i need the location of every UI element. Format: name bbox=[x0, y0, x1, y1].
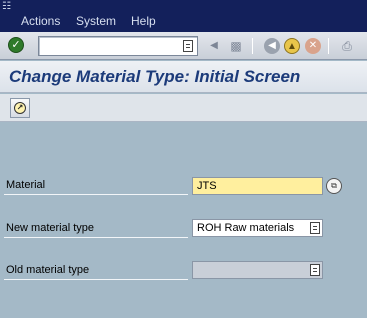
print-icon[interactable]: ⎙ bbox=[339, 38, 355, 54]
command-history-icon[interactable] bbox=[183, 40, 193, 52]
command-field[interactable] bbox=[38, 36, 198, 56]
dropdown-icon[interactable] bbox=[310, 264, 320, 276]
new-material-type-field[interactable]: ROH Raw materials bbox=[192, 219, 323, 237]
application-toolbar: ↗ bbox=[0, 94, 367, 122]
back-icon[interactable]: ◀ bbox=[264, 38, 280, 54]
command-input[interactable] bbox=[41, 38, 179, 54]
new-material-type-label: New material type bbox=[6, 222, 95, 234]
system-menu-icon[interactable]: ☷ bbox=[2, 1, 14, 13]
menu-actions-label: Actions bbox=[21, 14, 61, 28]
menu-help[interactable]: Help bbox=[131, 13, 156, 29]
old-material-type-field bbox=[192, 261, 323, 279]
title-bar: Change Material Type: Initial Screen bbox=[0, 61, 367, 93]
exit-icon[interactable]: ▲ bbox=[284, 38, 300, 54]
back-arrow-icon[interactable]: ◀ bbox=[206, 38, 222, 54]
standard-toolbar: ✓ ◀ ▩ ◀ ▲ ✕ ⎙ bbox=[0, 32, 367, 60]
toolbar-separator bbox=[252, 38, 253, 54]
toolbar-separator bbox=[328, 38, 329, 54]
material-field[interactable]: JTS bbox=[192, 177, 323, 195]
save-icon[interactable]: ▩ bbox=[228, 38, 244, 54]
cancel-icon[interactable]: ✕ bbox=[305, 38, 321, 54]
menu-actions[interactable]: Actions bbox=[21, 13, 60, 29]
old-material-type-label: Old material type bbox=[6, 264, 90, 276]
enter-icon[interactable]: ✓ bbox=[8, 37, 24, 53]
label-underline bbox=[4, 279, 188, 280]
menu-help-label: Help bbox=[131, 14, 156, 28]
page-title: Change Material Type: Initial Screen bbox=[9, 67, 301, 86]
menu-bar: ☷ Actions System Help bbox=[0, 0, 367, 32]
menu-system-label: System bbox=[76, 14, 117, 28]
matchcode-icon[interactable]: ⧉ bbox=[326, 178, 342, 194]
clock-icon: ↗ bbox=[14, 102, 26, 114]
new-material-type-value: ROH Raw materials bbox=[197, 222, 295, 234]
material-label: Material bbox=[6, 179, 46, 191]
dropdown-icon[interactable] bbox=[310, 222, 320, 234]
menu-system[interactable]: System bbox=[76, 13, 116, 29]
label-underline bbox=[4, 194, 188, 195]
execute-button[interactable]: ↗ bbox=[10, 98, 30, 118]
label-underline bbox=[4, 237, 188, 238]
